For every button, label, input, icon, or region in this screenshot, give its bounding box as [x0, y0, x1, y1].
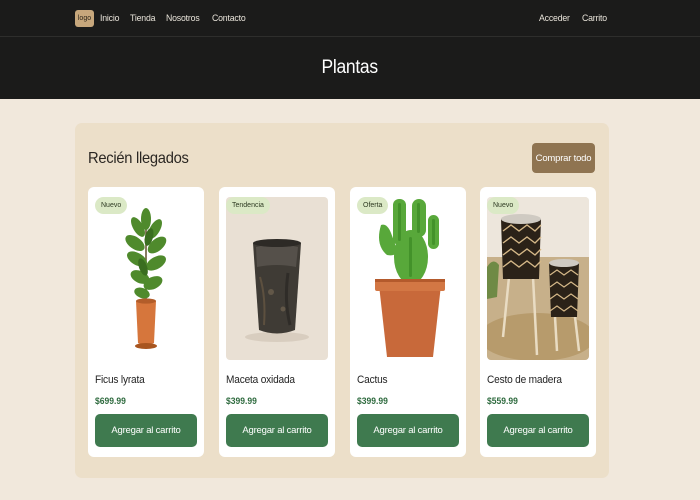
cart-link[interactable]: Carrito	[582, 13, 607, 24]
login-link[interactable]: Acceder	[539, 13, 570, 24]
add-to-cart-button[interactable]: Agregar al carrito	[357, 414, 459, 447]
rusted-vase-icon	[245, 239, 309, 342]
account-links: Acceder Carrito	[539, 0, 609, 37]
product-card[interactable]: Oferta Cactus $399.99 Agregar al carrito	[350, 187, 466, 457]
product-image[interactable]	[226, 197, 328, 360]
status-badge: Nuevo	[487, 197, 520, 214]
product-name[interactable]: Cesto de madera	[487, 374, 562, 386]
product-price: $399.99	[357, 396, 388, 407]
add-to-cart-button[interactable]: Agregar al carrito	[487, 414, 589, 447]
fiddle-leaf-fig-plant-icon	[125, 208, 167, 349]
section-title: Recién llegados	[88, 150, 189, 167]
product-image[interactable]	[95, 197, 197, 360]
product-card[interactable]: Nuevo Cesto de madera $559.99 Agregar al…	[480, 187, 596, 457]
product-name[interactable]: Ficus lyrata	[95, 374, 145, 386]
status-badge: Oferta	[357, 197, 389, 214]
add-to-cart-button[interactable]: Agregar al carrito	[95, 414, 197, 447]
product-card[interactable]: Tendencia Maceta oxidada $399.99 Agregar…	[219, 187, 335, 457]
status-badge: Nuevo	[95, 197, 128, 214]
shop-all-button[interactable]: Comprar todo	[532, 143, 595, 173]
page-title: Plantas	[321, 57, 379, 78]
nav-link-tienda[interactable]: Tienda	[130, 13, 155, 24]
product-card[interactable]: Nuevo Ficus lyrata $699.99 Agregar al ca…	[88, 187, 204, 457]
nav-link-contacto[interactable]: Contacto	[212, 13, 246, 24]
cactus-in-terracotta-pot-icon	[375, 199, 445, 357]
product-name[interactable]: Cactus	[357, 374, 388, 386]
logo[interactable]: logo	[75, 10, 94, 27]
product-price: $699.99	[95, 396, 126, 407]
product-name[interactable]: Maceta oxidada	[226, 374, 295, 386]
hero-banner: Plantas	[0, 37, 700, 99]
product-image[interactable]	[487, 197, 589, 360]
product-price: $399.99	[226, 396, 257, 407]
nav-links: Inicio Tienda Nosotros Contacto	[100, 0, 248, 37]
product-image[interactable]	[357, 197, 459, 360]
top-navbar: logo Inicio Tienda Nosotros Contacto Acc…	[0, 0, 700, 37]
nav-link-inicio[interactable]: Inicio	[100, 13, 119, 24]
new-arrivals-section: Recién llegados Comprar todo Nuevo Ficus…	[75, 123, 609, 478]
status-badge: Tendencia	[226, 197, 270, 214]
product-price: $559.99	[487, 396, 518, 407]
nav-link-nosotros[interactable]: Nosotros	[166, 13, 200, 24]
woven-planter-baskets-icon	[487, 197, 589, 360]
add-to-cart-button[interactable]: Agregar al carrito	[226, 414, 328, 447]
